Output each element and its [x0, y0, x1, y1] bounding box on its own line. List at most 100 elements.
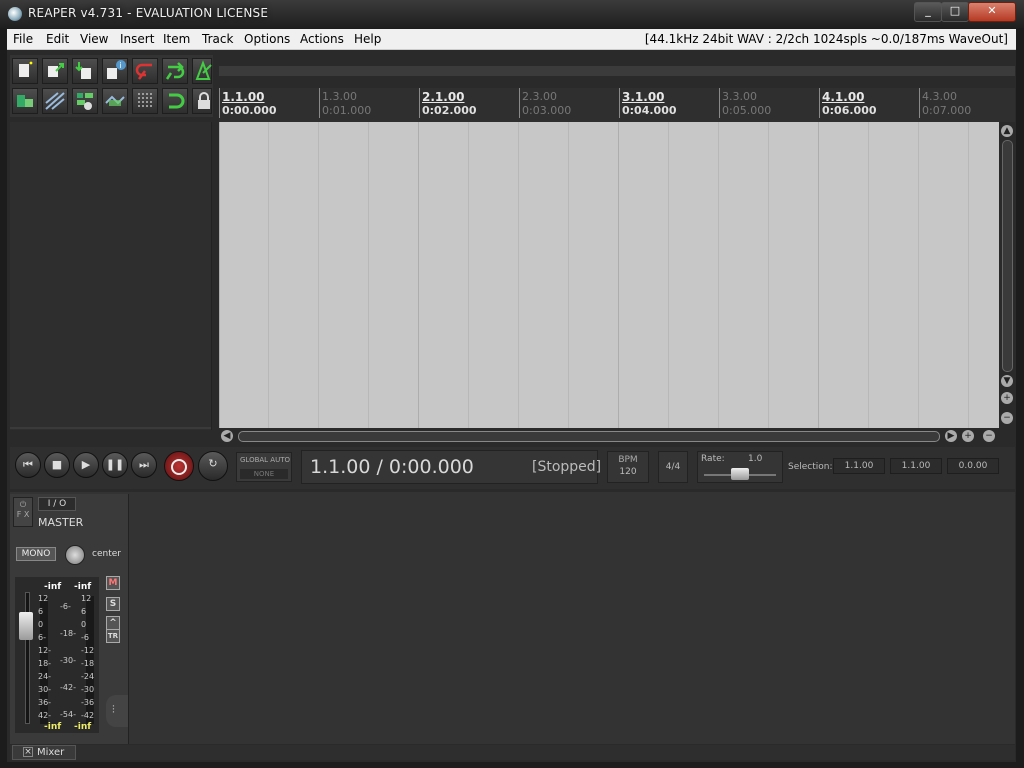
menu-options[interactable]: Options [244, 32, 290, 46]
selection-end[interactable]: 1.1.00 [890, 458, 942, 474]
volume-fader-handle[interactable] [19, 611, 33, 640]
meter-scale-label: -18- [60, 629, 76, 638]
item-grouping-icon [77, 93, 93, 110]
region-lane[interactable] [219, 66, 1015, 76]
peak-left[interactable]: -inf [44, 582, 61, 592]
grid-line [818, 122, 819, 428]
mixer-tab[interactable]: × Mixer [12, 745, 76, 760]
ruler-time-label: 0:06.000 [822, 104, 877, 117]
vertical-scroll-thumb[interactable] [1002, 140, 1013, 372]
menu-file[interactable]: File [13, 32, 33, 46]
global-automation-button[interactable]: GLOBAL AUTO NONE [236, 452, 292, 482]
peak-right[interactable]: -inf [74, 582, 91, 592]
ruler-tick [919, 88, 920, 118]
repeat-button[interactable]: ↻ [198, 451, 228, 481]
time-signature-control[interactable]: 4/4 [658, 451, 688, 483]
vertical-zoom-in-icon[interactable]: + [1001, 392, 1013, 404]
grid-line [268, 122, 269, 428]
meter-scale-label: 0 [81, 620, 87, 629]
ruler-bar-label: 2.3.00 [522, 90, 557, 103]
trim-button[interactable]: TR [106, 629, 120, 643]
item-grouping-button[interactable] [72, 88, 98, 114]
snap-button[interactable] [132, 88, 158, 114]
ruler-tick [519, 88, 520, 118]
lock-icon [198, 92, 210, 109]
arrange-view[interactable] [219, 122, 999, 428]
ruler-bar-label: 2.1.00 [422, 90, 465, 104]
master-track-name: MASTER [38, 516, 84, 529]
go-to-start-button[interactable]: ⏮ [15, 452, 41, 478]
playrate-control[interactable]: Rate: 1.0 [697, 451, 783, 483]
menu-edit[interactable]: Edit [46, 32, 69, 46]
close-button[interactable]: ✕ [968, 2, 1016, 22]
meter-scale-label: -6- [60, 602, 71, 611]
envelope-points-button[interactable] [102, 88, 128, 114]
horizontal-zoom-out-icon[interactable]: − [983, 430, 995, 442]
stop-icon: ■ [51, 458, 63, 471]
pan-knob[interactable] [65, 545, 85, 565]
mono-button[interactable]: MONO [16, 547, 56, 561]
maximize-button[interactable]: □ [941, 2, 969, 22]
svg-text:i: i [120, 61, 122, 70]
menu-track[interactable]: Track [202, 32, 233, 46]
redo-button[interactable] [162, 58, 188, 84]
metronome-button[interactable] [192, 58, 212, 84]
menu-item[interactable]: Item [163, 32, 190, 46]
selection-length[interactable]: 0.0.00 [947, 458, 999, 474]
save-project-button[interactable] [72, 58, 98, 84]
project-settings-button[interactable]: i [102, 58, 128, 84]
menu-actions[interactable]: Actions [300, 32, 344, 46]
master-fx-button[interactable]: ⏻ F X [13, 497, 33, 527]
mixer-routing-button[interactable]: ⫶ [106, 695, 128, 727]
go-to-end-button[interactable]: ⏭ [131, 452, 157, 478]
open-project-button[interactable] [42, 58, 68, 84]
bpm-control[interactable]: BPM 120 [607, 451, 649, 483]
reaper-app-icon[interactable] [8, 7, 22, 21]
redo-icon [165, 62, 185, 80]
audio-device-status: [44.1kHz 24bit WAV : 2/2ch 1024spls ~0.0… [644, 32, 1008, 46]
master-io-button[interactable]: I / O [38, 497, 76, 511]
play-button[interactable]: ▶ [73, 452, 99, 478]
pan-value: center [92, 549, 121, 559]
menu-help[interactable]: Help [354, 32, 381, 46]
scroll-left-icon[interactable]: ◀ [221, 430, 233, 442]
menu-insert[interactable]: Insert [120, 32, 154, 46]
open-project-icon [48, 63, 64, 77]
record-button[interactable] [164, 451, 194, 481]
pause-button[interactable]: ❚❚ [102, 452, 128, 478]
bpm-value: 120 [619, 467, 637, 477]
scroll-up-icon[interactable]: ▲ [1001, 125, 1013, 137]
vertical-zoom-out-icon[interactable]: − [1001, 412, 1013, 424]
undo-button[interactable] [132, 58, 158, 84]
fx-label: F X [16, 510, 30, 519]
ripple-edit-button[interactable] [42, 88, 68, 114]
project-settings-icon: i [107, 60, 126, 79]
ruler-bar-label: 4.3.00 [922, 90, 957, 103]
horizontal-zoom-in-icon[interactable]: + [962, 430, 974, 442]
bottom-right-value: -inf [74, 722, 92, 732]
grid-line [418, 122, 419, 428]
solo-button[interactable]: S [106, 597, 120, 611]
new-project-button[interactable] [12, 58, 38, 84]
automation-envelope-button[interactable]: ^ [106, 616, 120, 630]
horizontal-scroll-thumb[interactable] [238, 431, 940, 442]
menu-view[interactable]: View [80, 32, 108, 46]
grid-toggle-button[interactable] [12, 88, 38, 114]
track-control-panel[interactable] [10, 122, 212, 430]
mute-button[interactable]: M [106, 576, 120, 590]
power-icon: ⏻ [19, 500, 27, 509]
ruler-time-label: 0:03.000 [522, 104, 572, 117]
timeline-ruler[interactable]: 1.1.00 0:00.000 1.3.00 0:01.000 2.1.00 0:02.0… [219, 88, 1015, 122]
rate-value: 1.0 [748, 454, 763, 464]
stop-button[interactable]: ■ [44, 452, 70, 478]
lock-button[interactable] [192, 88, 212, 114]
selection-start[interactable]: 1.1.00 [833, 458, 885, 474]
close-docker-icon[interactable]: × [23, 747, 33, 757]
minimize-button[interactable]: _ [914, 2, 942, 22]
new-project-icon [19, 61, 33, 77]
envelope-points-icon [105, 95, 125, 106]
scroll-down-icon[interactable]: ▼ [1001, 375, 1013, 387]
loop-button[interactable] [162, 88, 188, 114]
scroll-right-icon[interactable]: ▶ [945, 430, 957, 442]
rate-slider-handle[interactable] [731, 468, 749, 480]
